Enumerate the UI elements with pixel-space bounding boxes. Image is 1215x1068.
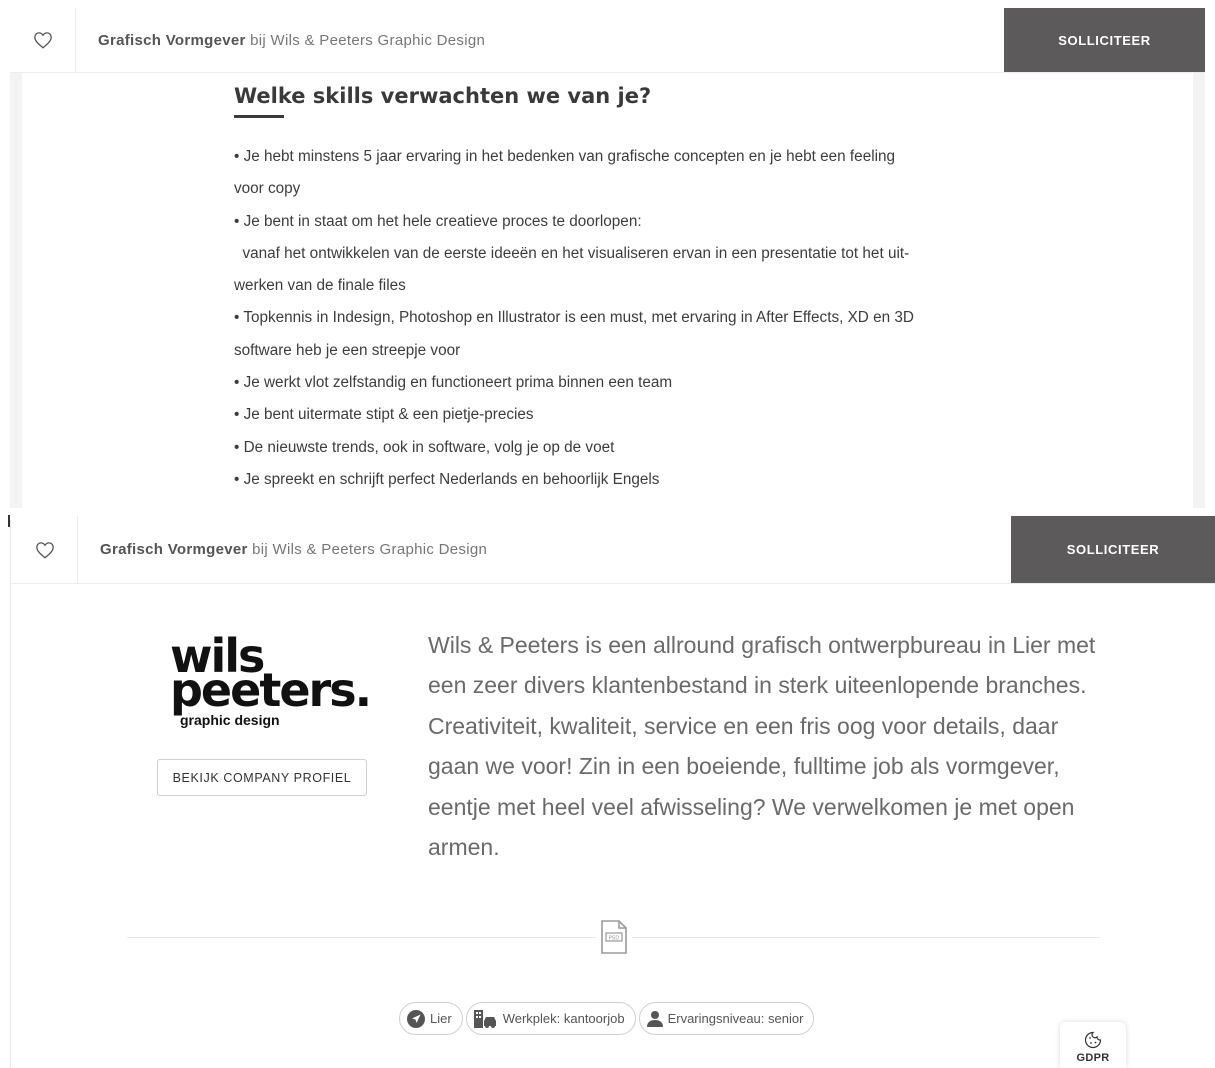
- company-logo[interactable]: wils peeters. graphic design: [170, 633, 372, 731]
- skills-line: • Je werkt vlot zelfstandig en functione…: [234, 374, 673, 392]
- heart-icon: [33, 32, 52, 49]
- job-title-role: Grafisch Vormgever: [100, 541, 248, 558]
- favorite-button[interactable]: [12, 516, 78, 583]
- skills-line: vanaf het ontwikkelen van de eerste idee…: [234, 244, 910, 262]
- skills-heading: Welke skills verwachten we van je?: [234, 84, 652, 108]
- tag-label: Ervaringsniveau: senior: [667, 1011, 804, 1026]
- bottom-job-bar: Grafisch Vormgever bij Wils & Peeters Gr…: [12, 516, 1215, 584]
- job-title-company: Wils & Peeters Graphic Design: [270, 31, 486, 49]
- tag-location[interactable]: Lier: [399, 1002, 463, 1035]
- skills-line: • Topkennis in Indesign, Photoshop en Il…: [234, 309, 914, 327]
- tag-label: Lier: [430, 1011, 452, 1026]
- tag-label: Werkplek: kantoorjob: [502, 1011, 625, 1026]
- user-icon: [646, 1010, 664, 1028]
- skills-line: • Je hebt minstens 5 jaar ervaring in he…: [234, 148, 896, 165]
- top-job-bar: Grafisch Vormgever bij Wils & Peeters Gr…: [10, 8, 1205, 73]
- job-title: Grafisch Vormgever bij Wils & Peeters Gr…: [78, 541, 487, 558]
- skills-line: • Je spreekt en schrijft perfect Nederla…: [234, 470, 660, 488]
- tag-experience[interactable]: Ervaringsniveau: senior: [638, 1002, 815, 1035]
- job-title-role: Grafisch Vormgever: [98, 31, 246, 49]
- favorite-button[interactable]: [10, 8, 76, 72]
- skills-list: • Je hebt minstens 5 jaar ervaring in he…: [234, 141, 994, 496]
- job-tags: Lier Werkplek: kantoorjob Ervaringsnivea…: [399, 1002, 815, 1035]
- company-profile-button[interactable]: BEKIJK COMPANY PROFIEL: [157, 759, 367, 796]
- floating-tab-edge: [1047, 500, 1113, 514]
- skills-line: voor copy: [234, 180, 301, 198]
- apply-button[interactable]: SOLLICITEER: [1004, 8, 1205, 72]
- job-title-company: Wils & Peeters Graphic Design: [272, 541, 488, 558]
- job-title-connector: bij: [247, 541, 273, 558]
- company-description: Wils & Peeters is een allround grafisch …: [428, 632, 1096, 861]
- job-title: Grafisch Vormgever bij Wils & Peeters Gr…: [76, 32, 485, 49]
- job-title-connector: bij: [245, 31, 271, 49]
- skills-line: • Je bent in staat om het hele creatieve…: [234, 212, 642, 230]
- tag-workplace[interactable]: Werkplek: kantoorjob: [465, 1002, 636, 1035]
- skills-line: • Je bent uitermate stipt & een pietje-p…: [234, 406, 534, 424]
- gdpr-label: GDPR: [1076, 1052, 1110, 1064]
- building-car-icon: [473, 1009, 499, 1029]
- svg-text:PSD: PSD: [608, 936, 619, 942]
- logo-text-peeters: peeters.: [170, 663, 372, 717]
- skills-line: werken van de finale files: [234, 277, 406, 295]
- location-arrow-icon: [406, 1009, 426, 1029]
- apply-button[interactable]: SOLLICITEER: [1011, 516, 1215, 583]
- heading-underline: [234, 115, 284, 118]
- skills-line: software heb je een streepje voor: [234, 341, 461, 359]
- heart-icon: [35, 541, 54, 559]
- panel-left-border: [10, 520, 11, 1068]
- skills-line: • De nieuwste trends, ook in software, v…: [234, 438, 615, 456]
- skills-section: Welke skills verwachten we van je? • Je …: [234, 84, 994, 496]
- cookie-icon: [1084, 1031, 1102, 1049]
- logo-text-tagline: graphic design: [180, 712, 280, 728]
- psd-file-icon: PSD: [596, 917, 632, 957]
- gdpr-button[interactable]: GDPR: [1060, 1022, 1126, 1068]
